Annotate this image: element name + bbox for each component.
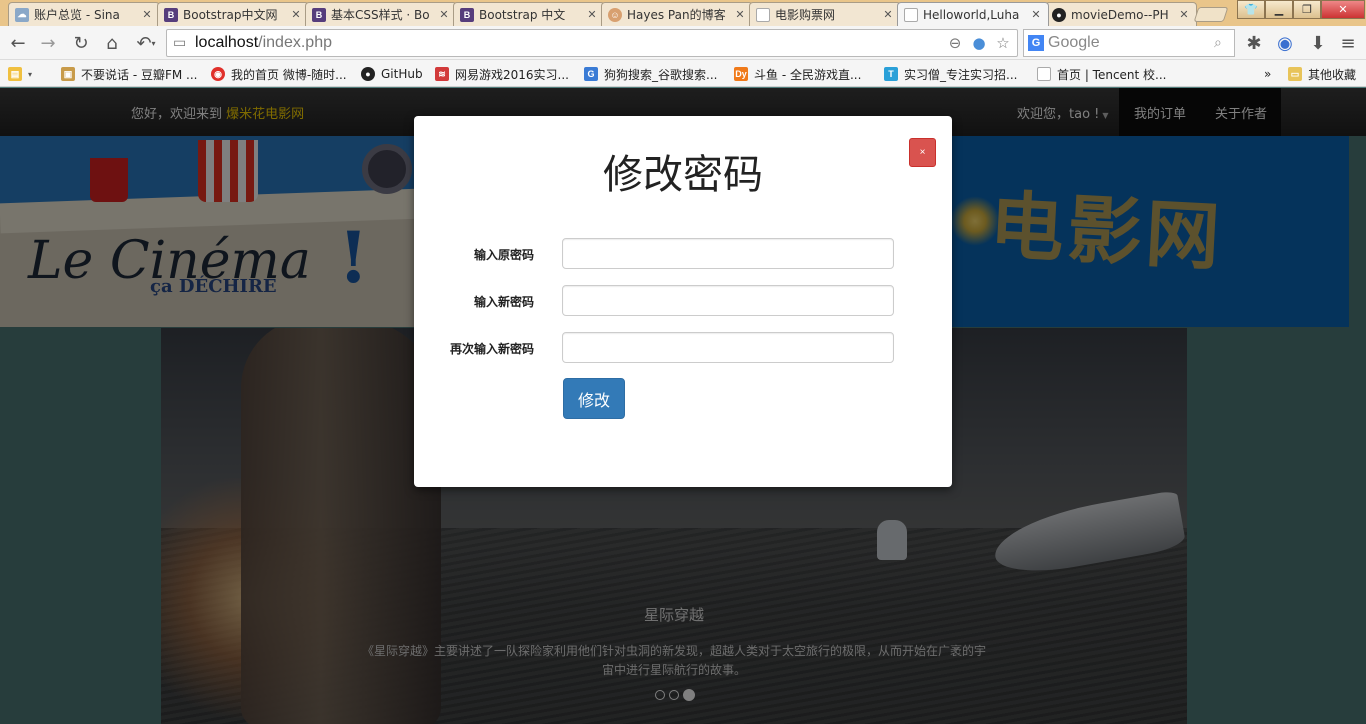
bookmark-item[interactable]: ● GitHub <box>361 65 423 83</box>
tab-title: Bootstrap中文网 <box>183 8 278 22</box>
shixiseng-icon: T <box>884 67 898 81</box>
cloud-icon: ☁ <box>15 7 29 22</box>
bootstrap-icon: B <box>460 7 474 22</box>
tab-title: movieDemo--PH <box>1071 7 1169 22</box>
puzzle-extension-icon[interactable]: ✱ <box>1242 31 1266 55</box>
tab-close-icon[interactable]: ✕ <box>586 8 598 21</box>
tab-close-icon[interactable]: ✕ <box>1030 8 1042 21</box>
old-password-label: 输入原密码 <box>473 248 534 262</box>
reload-icon[interactable]: ↻ <box>69 31 93 55</box>
new-password-input[interactable] <box>562 285 894 316</box>
tab-title: Bootstrap 中文 <box>479 8 566 22</box>
tab-close-icon[interactable]: ✕ <box>1178 8 1190 21</box>
search-engine-label[interactable]: Google <box>1048 34 1214 52</box>
github-icon: ● <box>361 67 375 81</box>
new-password-row: 输入新密码 <box>414 285 952 317</box>
bookmark-item[interactable]: ▣ 不要说话 - 豆瓣FM ... <box>61 65 197 83</box>
apps-folder-icon[interactable]: ▤ ▾ <box>8 65 32 83</box>
folder-icon: ▭ <box>1288 67 1302 81</box>
tab-close-icon[interactable]: ✕ <box>290 8 302 21</box>
browser-tab[interactable]: 电影购票网 ✕ <box>749 2 901 26</box>
page-icon <box>1037 67 1051 81</box>
home-icon[interactable]: ⌂ <box>100 31 124 55</box>
browser-tab[interactable]: B 基本CSS样式 · Bo ✕ <box>305 2 457 26</box>
browser-tab[interactable]: ● movieDemo--PH ✕ <box>1045 2 1197 26</box>
extension-icon[interactable]: ● <box>969 33 989 53</box>
douban-icon: ▣ <box>61 67 75 81</box>
page-icon: ▭ <box>173 35 187 51</box>
bootstrap-icon: B <box>312 7 326 22</box>
weibo-icon: ◉ <box>211 67 225 81</box>
other-bookmarks-folder[interactable]: ▭ 其他收藏 <box>1288 65 1356 83</box>
url-text[interactable]: localhost/index.php <box>195 34 332 52</box>
bookmark-item[interactable]: ≋ 网易游戏2016实习... <box>435 65 569 83</box>
avatar-icon: ☺ <box>608 7 622 22</box>
search-box[interactable]: G Google ⌕ <box>1023 29 1235 57</box>
forward-arrow-icon[interactable]: → <box>36 31 60 55</box>
address-bar[interactable]: ▭ localhost/index.php ⊖ ● ☆ <box>166 29 1018 57</box>
browser-tab[interactable]: B Bootstrap中文网 ✕ <box>157 2 309 26</box>
confirm-password-row: 再次输入新密码 <box>414 332 952 364</box>
new-password-label: 输入新密码 <box>473 295 534 309</box>
change-password-modal: 修改密码 × 输入原密码 输入新密码 再次输入新密码 修改 <box>414 116 952 487</box>
maximize-button[interactable]: ❐ <box>1293 0 1321 19</box>
old-password-row: 输入原密码 <box>414 238 952 270</box>
back-arrow-icon[interactable]: ← <box>6 31 30 55</box>
browser-tab-active[interactable]: Helloworld,Luha ✕ <box>897 2 1049 26</box>
netease-icon: ≋ <box>435 67 449 81</box>
bookmark-item[interactable]: ◉ 我的首页 微博-随时... <box>211 65 347 83</box>
tab-close-icon[interactable]: ✕ <box>141 8 153 21</box>
zoom-icon[interactable]: ⊖ <box>945 33 965 53</box>
page-icon <box>904 7 918 22</box>
google-icon: G <box>1028 35 1044 51</box>
search-icon[interactable]: ⌕ <box>1214 35 1234 51</box>
undo-close-icon[interactable]: ↶ ▾ <box>130 31 162 55</box>
bookmark-item[interactable]: 首页 | Tencent 校... <box>1037 65 1167 83</box>
g-search-icon: G <box>584 67 598 81</box>
window-controls: 👕 ▁ ❐ ✕ <box>1237 0 1365 20</box>
confirm-password-input[interactable] <box>562 332 894 363</box>
tab-close-icon[interactable]: ✕ <box>882 8 894 21</box>
bootstrap-icon: B <box>164 7 178 22</box>
star-bookmark-icon[interactable]: ☆ <box>993 33 1013 53</box>
bookmark-item[interactable]: T 实习僧_专注实习招... <box>884 65 1017 83</box>
submit-change-button[interactable]: 修改 <box>563 378 625 419</box>
modal-close-button[interactable]: × <box>909 138 936 167</box>
confirm-password-label: 再次输入新密码 <box>449 342 534 356</box>
close-window-button[interactable]: ✕ <box>1321 0 1365 19</box>
tshirt-icon[interactable]: 👕 <box>1237 0 1265 19</box>
page-icon <box>756 7 770 22</box>
github-icon: ● <box>1052 7 1066 22</box>
tab-close-icon[interactable]: ✕ <box>438 8 450 21</box>
tab-title: Hayes Pan的博客 <box>627 8 726 22</box>
new-tab-button[interactable] <box>1193 7 1229 22</box>
bookmark-item[interactable]: Dy 斗鱼 - 全民游戏直... <box>734 65 861 83</box>
tab-title: Helloworld,Luha <box>923 7 1020 22</box>
minimize-button[interactable]: ▁ <box>1265 0 1293 19</box>
browser-toolbar: ← → ↻ ⌂ ↶ ▾ ▭ localhost/index.php ⊖ ● ☆ G… <box>0 26 1366 60</box>
modal-title: 修改密码 <box>603 152 763 198</box>
douyu-icon: Dy <box>734 67 748 81</box>
tab-title: 基本CSS样式 · Bo <box>331 8 430 22</box>
bookmark-item[interactable]: G 狗狗搜索_谷歌搜索... <box>584 65 717 83</box>
menu-icon[interactable]: ≡ <box>1336 31 1360 55</box>
translate-icon[interactable]: ◉ <box>1273 31 1297 55</box>
tab-title: 电影购票网 <box>775 8 836 22</box>
download-icon[interactable]: ⬇ <box>1306 31 1330 55</box>
browser-tab-strip: ☁ 账户总览 - Sina ✕ B Bootstrap中文网 ✕ B 基本CSS… <box>0 0 1366 26</box>
browser-tab[interactable]: ☺ Hayes Pan的博客 ✕ <box>601 2 753 26</box>
tab-close-icon[interactable]: ✕ <box>734 8 746 21</box>
bookmarks-more-button[interactable]: » <box>1264 65 1271 83</box>
tab-title: 账户总览 - Sina <box>34 8 120 22</box>
browser-tab[interactable]: ☁ 账户总览 - Sina ✕ <box>8 2 160 26</box>
bookmarks-bar: ▤ ▾ ▣ 不要说话 - 豆瓣FM ... ◉ 我的首页 微博-随时... ● GitH… <box>0 60 1366 87</box>
browser-tab[interactable]: B Bootstrap 中文 ✕ <box>453 2 605 26</box>
old-password-input[interactable] <box>562 238 894 269</box>
